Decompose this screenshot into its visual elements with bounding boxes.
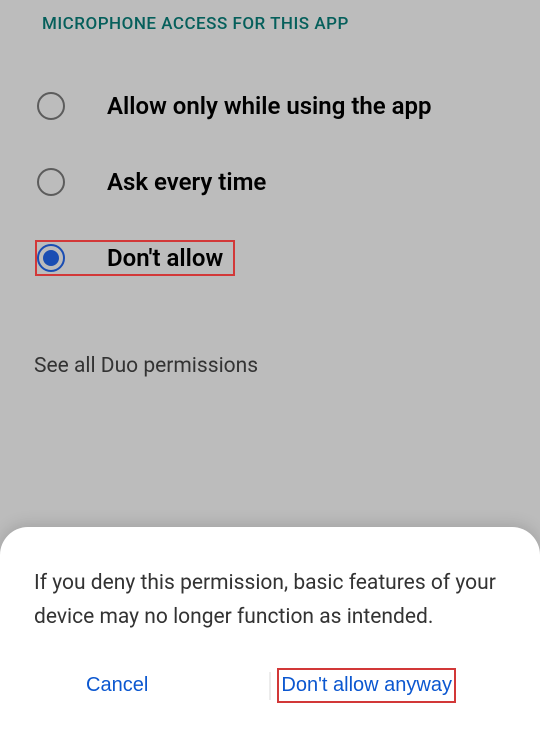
- radio-icon-selected: [37, 244, 65, 272]
- sheet-actions: Cancel Don't allow anyway: [34, 668, 506, 703]
- option-label: Don't allow: [107, 244, 223, 272]
- confirmation-sheet: If you deny this permission, basic featu…: [0, 527, 540, 747]
- option-ask-every-time[interactable]: Ask every time: [0, 144, 540, 220]
- option-label: Ask every time: [107, 168, 266, 196]
- radio-icon: [37, 92, 65, 120]
- see-all-permissions-link[interactable]: See all Duo permissions: [0, 296, 540, 378]
- sheet-message: If you deny this permission, basic featu…: [34, 567, 506, 634]
- radio-icon: [37, 168, 65, 196]
- option-label: Allow only while using the app: [107, 92, 432, 120]
- divider: [270, 672, 271, 700]
- permission-options: Allow only while using the app Ask every…: [0, 68, 540, 296]
- option-dont-allow[interactable]: Don't allow: [0, 220, 540, 296]
- cancel-button[interactable]: Cancel: [84, 668, 150, 703]
- section-header: MICROPHONE ACCESS FOR THIS APP: [0, 0, 540, 34]
- option-allow-while-using[interactable]: Allow only while using the app: [0, 68, 540, 144]
- dont-allow-anyway-button[interactable]: Don't allow anyway: [277, 668, 456, 703]
